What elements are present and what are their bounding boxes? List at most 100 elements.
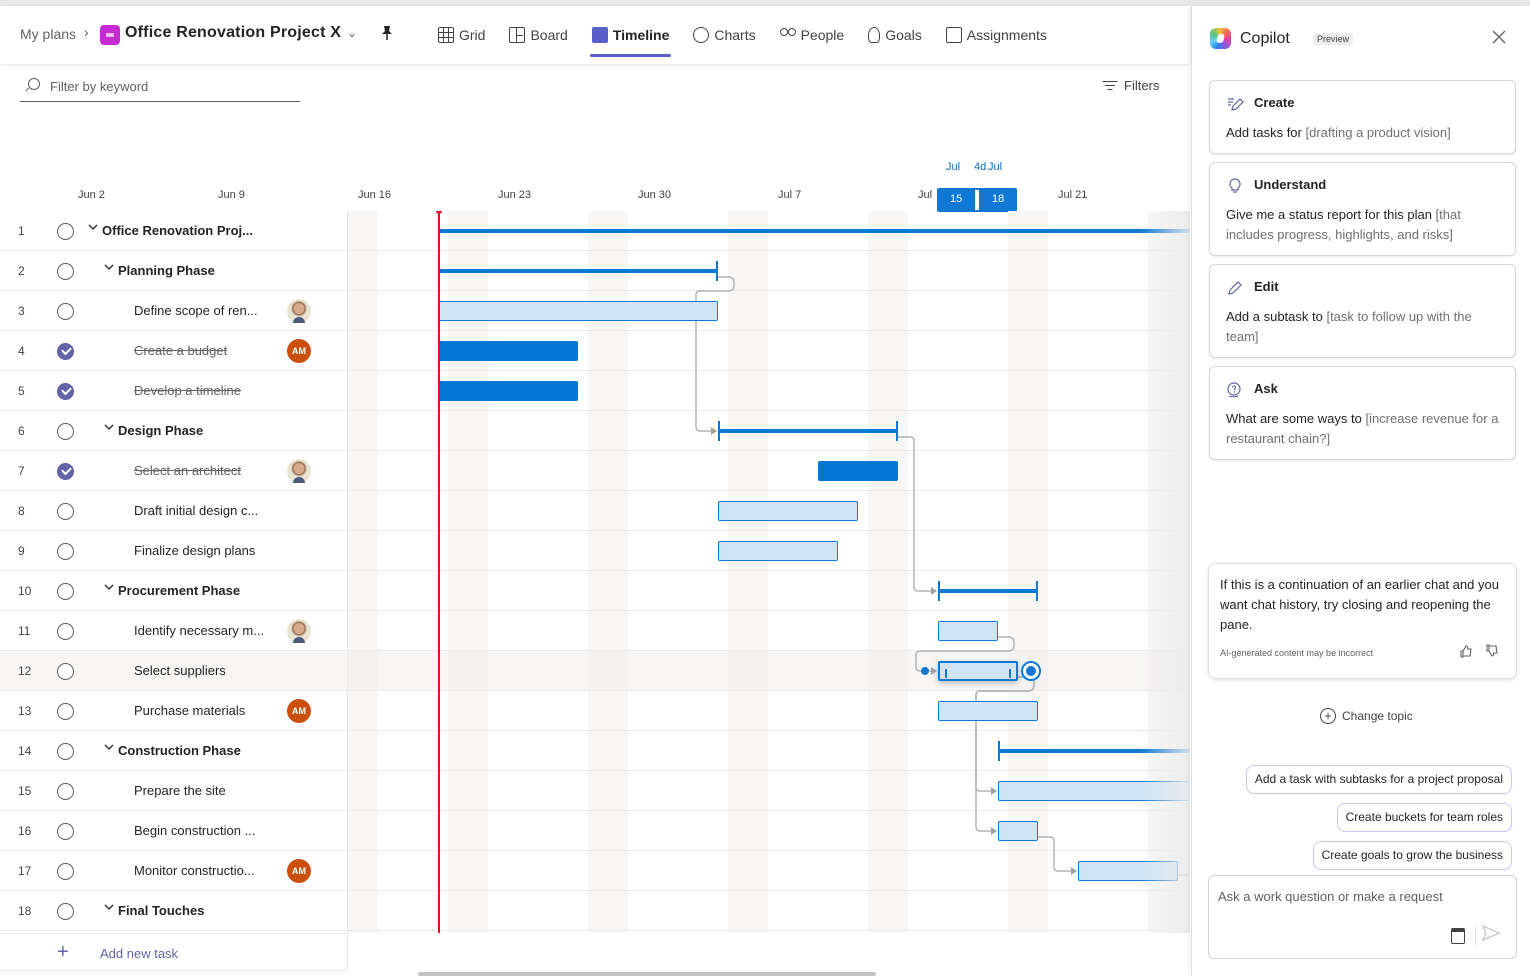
add-new-task-button[interactable]: Add new task xyxy=(100,946,178,961)
tab-charts[interactable]: Charts xyxy=(685,6,763,64)
complete-checkbox[interactable] xyxy=(57,303,74,320)
complete-checkbox[interactable] xyxy=(57,823,74,840)
task-row[interactable]: 17 Monitor constructio... AM xyxy=(0,851,348,891)
task-bar[interactable] xyxy=(938,621,998,641)
assignee-avatar[interactable]: AM xyxy=(287,699,311,723)
task-row[interactable]: 4 Create a budget AM xyxy=(0,331,348,371)
summary-bar[interactable] xyxy=(998,741,1190,761)
chevron-down-icon[interactable] xyxy=(104,742,114,755)
complete-checkbox[interactable] xyxy=(57,263,74,280)
task-group-row[interactable]: 2 Planning Phase xyxy=(0,251,348,291)
task-group-row[interactable]: 14 Construction Phase xyxy=(0,731,348,771)
task-bar[interactable] xyxy=(438,381,578,401)
filter-keyword-input[interactable] xyxy=(50,76,295,96)
task-row[interactable]: 12 Select suppliers xyxy=(0,651,348,691)
chevron-down-icon[interactable] xyxy=(88,222,98,235)
suggestion-chip[interactable]: Add a task with subtasks for a project p… xyxy=(1245,765,1512,794)
send-icon[interactable] xyxy=(1481,924,1501,946)
task-name[interactable]: Select an architect xyxy=(134,463,241,478)
task-name[interactable]: Create a budget xyxy=(134,343,227,358)
task-name[interactable]: Monitor constructio... xyxy=(134,863,255,878)
task-bar[interactable] xyxy=(1078,861,1178,881)
complete-checkbox[interactable] xyxy=(57,743,74,760)
task-group-row[interactable]: 1 Office Renovation Proj... xyxy=(0,211,348,251)
task-row[interactable]: 7 Select an architect xyxy=(0,451,348,491)
task-bar[interactable] xyxy=(718,501,858,521)
chevron-down-icon[interactable] xyxy=(104,902,114,915)
suggestion-chip[interactable]: Create buckets for team roles xyxy=(1336,803,1512,832)
selected-task-bar[interactable] xyxy=(938,661,1018,681)
dependency-end-handle[interactable] xyxy=(1021,661,1041,681)
task-row[interactable]: 13 Purchase materials AM xyxy=(0,691,348,731)
prompt-card-edit[interactable]: Edit Add a subtask to [task to follow up… xyxy=(1209,264,1516,358)
complete-checkbox[interactable] xyxy=(57,663,74,680)
task-bar[interactable] xyxy=(438,341,578,361)
change-topic-button[interactable]: + Change topic xyxy=(1320,708,1413,724)
resize-handle[interactable] xyxy=(1009,669,1011,678)
prompt-guide-icon[interactable] xyxy=(1451,928,1465,944)
completed-checkbox[interactable] xyxy=(57,383,74,400)
task-group-row[interactable]: 10 Procurement Phase xyxy=(0,571,348,611)
tab-board[interactable]: Board xyxy=(501,6,575,64)
task-name[interactable]: Purchase materials xyxy=(134,703,245,718)
task-name[interactable]: Select suppliers xyxy=(134,663,226,678)
task-bar[interactable] xyxy=(818,461,898,481)
completed-checkbox[interactable] xyxy=(57,343,74,360)
task-row[interactable]: 3 Define scope of ren... xyxy=(0,291,348,331)
task-row[interactable]: 5 Develop a timeline xyxy=(0,371,348,411)
complete-checkbox[interactable] xyxy=(57,903,74,920)
filters-button[interactable]: Filters xyxy=(1102,78,1159,93)
dependency-start-handle[interactable] xyxy=(921,667,929,675)
tab-goals[interactable]: Goals xyxy=(860,6,930,64)
chevron-down-icon[interactable]: ⌄ xyxy=(347,26,357,40)
add-task-row[interactable]: + Add new task xyxy=(0,933,348,971)
complete-checkbox[interactable] xyxy=(57,543,74,560)
complete-checkbox[interactable] xyxy=(57,583,74,600)
tab-timeline[interactable]: Timeline xyxy=(584,6,678,64)
task-group-row[interactable]: 18 Final Touches xyxy=(0,891,348,931)
complete-checkbox[interactable] xyxy=(57,623,74,640)
summary-bar[interactable] xyxy=(938,581,1038,601)
complete-checkbox[interactable] xyxy=(57,703,74,720)
close-icon[interactable] xyxy=(1492,28,1506,48)
task-name[interactable]: Procurement Phase xyxy=(118,583,240,598)
complete-checkbox[interactable] xyxy=(57,863,74,880)
task-name[interactable]: Begin construction ... xyxy=(134,823,255,838)
task-name[interactable]: Design Phase xyxy=(118,423,203,438)
task-name[interactable]: Finalize design plans xyxy=(134,543,255,558)
complete-checkbox[interactable] xyxy=(57,423,74,440)
summary-bar[interactable] xyxy=(718,421,898,441)
suggestion-chip[interactable]: Create goals to grow the business xyxy=(1312,841,1512,870)
prompt-card-understand[interactable]: Understand Give me a status report for t… xyxy=(1209,162,1516,256)
task-row[interactable]: 15 Prepare the site xyxy=(0,771,348,811)
task-name[interactable]: Construction Phase xyxy=(118,743,241,758)
task-name[interactable]: Define scope of ren... xyxy=(134,303,258,318)
chevron-down-icon[interactable] xyxy=(104,422,114,435)
tab-grid[interactable]: Grid xyxy=(430,6,493,64)
completed-checkbox[interactable] xyxy=(57,463,74,480)
pin-icon[interactable] xyxy=(380,25,394,44)
task-name[interactable]: Draft initial design c... xyxy=(134,503,258,518)
summary-bar[interactable] xyxy=(438,221,1190,241)
horizontal-scrollbar[interactable] xyxy=(418,972,876,976)
copilot-input[interactable] xyxy=(1218,889,1508,929)
task-row[interactable]: 16 Begin construction ... xyxy=(0,811,348,851)
task-group-row[interactable]: 6 Design Phase xyxy=(0,411,348,451)
tab-people[interactable]: People xyxy=(772,6,853,64)
prompt-card-create[interactable]: Create Add tasks for [drafting a product… xyxy=(1209,80,1516,154)
task-bar[interactable] xyxy=(998,821,1038,841)
task-name[interactable]: Office Renovation Proj... xyxy=(102,223,253,238)
thumbs-down-icon[interactable] xyxy=(1485,644,1499,661)
task-row[interactable]: 11 Identify necessary m... xyxy=(0,611,348,651)
task-name[interactable]: Develop a timeline xyxy=(134,383,241,398)
assignee-avatar[interactable] xyxy=(287,299,311,323)
assignee-avatar[interactable] xyxy=(287,619,311,643)
complete-checkbox[interactable] xyxy=(57,783,74,800)
task-row[interactable]: 9 Finalize design plans xyxy=(0,531,348,571)
resize-handle[interactable] xyxy=(945,669,947,678)
task-name[interactable]: Final Touches xyxy=(118,903,204,918)
thumbs-up-icon[interactable] xyxy=(1459,644,1473,661)
task-bar[interactable] xyxy=(718,541,838,561)
complete-checkbox[interactable] xyxy=(57,503,74,520)
task-row[interactable]: 8 Draft initial design c... xyxy=(0,491,348,531)
